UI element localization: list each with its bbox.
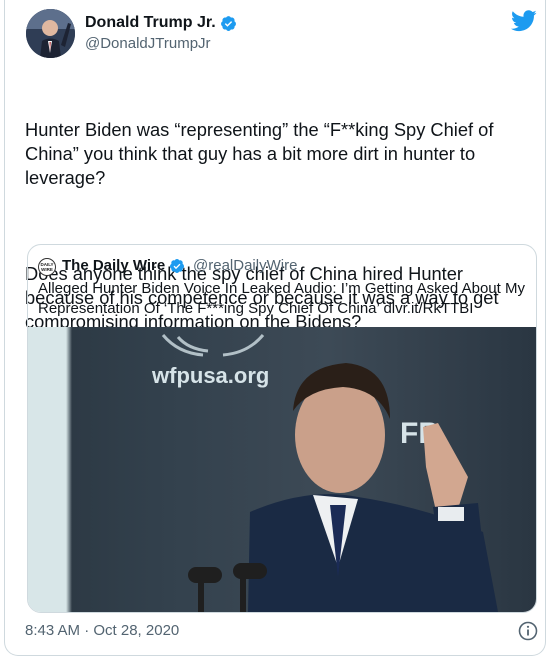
info-circle-icon[interactable] <box>518 621 538 641</box>
quote-author-name[interactable]: The Daily Wire <box>62 256 185 276</box>
daily-wire-logo: DAILY WIRE <box>38 258 56 276</box>
speaker-figure <box>248 363 498 612</box>
author-name-text: Donald Trump Jr. <box>85 14 216 31</box>
author-avatar[interactable] <box>26 9 75 58</box>
twitter-bird-icon[interactable] <box>510 10 537 32</box>
tweet-timestamp[interactable]: 8:43 AM · Oct 28, 2020 <box>25 621 179 641</box>
verified-badge-icon <box>220 15 237 32</box>
author-handle[interactable]: @DonaldJTrumpJr <box>85 35 211 53</box>
quote-text: Alleged Hunter Biden Voice In Leaked Aud… <box>38 280 525 317</box>
tweet-card: Donald Trump Jr. @DonaldJTrumpJr Hunter … <box>4 0 546 656</box>
quote-media-image[interactable]: wfpusa.org FP <box>28 327 536 612</box>
quote-author-handle[interactable]: @realDailyWire <box>193 256 297 276</box>
author-name[interactable]: Donald Trump Jr. <box>85 13 237 33</box>
verified-badge-icon <box>169 258 185 274</box>
quoted-tweet[interactable]: DAILY WIRE The Daily Wire @realDailyWire… <box>27 244 537 613</box>
wfp-sign-text: wfpusa.org <box>151 363 269 388</box>
quote-author-name-text: The Daily Wire <box>62 257 166 274</box>
wfp-emblem <box>161 334 265 357</box>
tweet-paragraph: Hunter Biden was “representing” the “F**… <box>25 119 499 188</box>
